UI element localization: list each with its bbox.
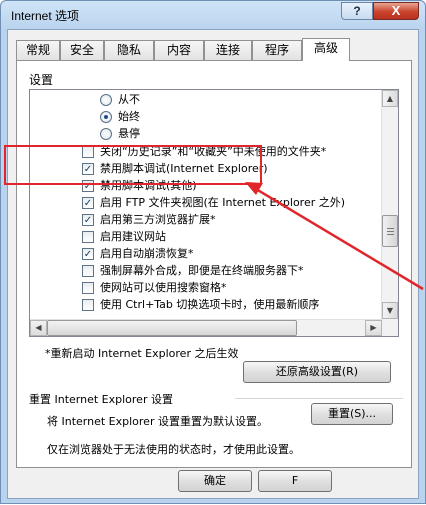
grip-line [387, 234, 394, 235]
tab-programs[interactable]: 程序 [252, 40, 302, 60]
tab-security[interactable]: 安全 [60, 40, 104, 60]
help-button[interactable]: ? [341, 2, 373, 20]
vertical-scrollbar[interactable]: ▲ ▼ [381, 90, 398, 336]
checkbox-disable-script-debug-other[interactable]: ✓ [82, 180, 94, 192]
radio-never[interactable] [100, 94, 112, 106]
horizontal-scroll-thumb[interactable] [47, 320, 297, 336]
close-icon: X [391, 3, 401, 18]
tab-advanced[interactable]: 高级 [302, 38, 350, 61]
close-button[interactable]: X [373, 2, 419, 20]
checkbox-force-offscreen-compositing[interactable] [82, 265, 94, 277]
tab-privacy[interactable]: 隐私 [104, 40, 154, 60]
checkbox-sites-use-search-pane[interactable] [82, 282, 94, 294]
checkbox-label: 使用 Ctrl+Tab 切换选项卡时，使用最新顺序 [100, 298, 320, 311]
tab-general[interactable]: 常规 [16, 40, 60, 60]
checkbox-label: 启用 FTP 文件夹视图(在 Internet Explorer 之外) [100, 196, 346, 209]
radio-label: 悬停 [118, 127, 140, 140]
settings-list[interactable]: 从不 始终 悬停 关闭“历史记录”和“收藏夹”中未使用的文件夹* ✓ 禁用脚本调… [29, 89, 399, 337]
cancel-button[interactable]: F [258, 470, 332, 492]
horizontal-scrollbar[interactable]: ◀ ▶ [30, 319, 382, 336]
checkbox-label: 强制屏幕外合成，即便是在终端服务器下* [100, 264, 304, 277]
reset-section-title: 重置 Internet Explorer 设置 [29, 393, 173, 406]
checkbox-enable-third-party-extensions[interactable]: ✓ [82, 214, 94, 226]
scroll-down-arrow-icon[interactable]: ▼ [382, 302, 398, 319]
section-divider [235, 398, 403, 399]
ok-button[interactable]: 确定 [178, 470, 252, 492]
scroll-up-arrow-icon[interactable]: ▲ [382, 90, 398, 107]
checkbox-ctrl-tab-recent-order[interactable] [82, 299, 94, 311]
radio-always[interactable] [100, 111, 112, 123]
tab-connections[interactable]: 连接 [204, 40, 252, 60]
radio-hover[interactable] [100, 128, 112, 140]
restart-note: *重新启动 Internet Explorer 之后生效 [45, 347, 239, 360]
dialog-body: 常规 安全 隐私 内容 连接 程序 高级 设置 从不 始终 悬停 关闭“历史记录… [7, 29, 419, 499]
checkbox-label: 启用第三方浏览器扩展* [100, 213, 216, 226]
restore-advanced-settings-button[interactable]: 还原高级设置(R) [243, 361, 391, 383]
vertical-scroll-thumb[interactable] [382, 215, 398, 247]
scroll-left-arrow-icon[interactable]: ◀ [30, 320, 47, 336]
checkbox-close-unused-folders[interactable] [82, 146, 94, 158]
settings-group-label: 设置 [29, 73, 54, 87]
reset-button[interactable]: 重置(S)... [311, 403, 393, 425]
checkbox-enable-ftp-view[interactable]: ✓ [82, 197, 94, 209]
checkbox-label: 关闭“历史记录”和“收藏夹”中未使用的文件夹* [100, 145, 327, 158]
tab-content[interactable]: 内容 [154, 40, 204, 60]
checkbox-label: 启用建议网站 [100, 230, 166, 243]
checkbox-label: 使网站可以使用搜索窗格* [100, 281, 227, 294]
checkbox-disable-script-debug-ie[interactable]: ✓ [82, 163, 94, 175]
title-bar[interactable]: Internet 选项 ? X [1, 1, 425, 29]
scroll-right-arrow-icon[interactable]: ▶ [365, 320, 382, 336]
checkbox-label: 禁用脚本调试(其他) [100, 179, 197, 192]
checkbox-enable-suggested-sites[interactable] [82, 231, 94, 243]
radio-label: 从不 [118, 93, 140, 106]
checkbox-label: 启用自动崩溃恢复* [100, 247, 194, 260]
internet-options-window: Internet 选项 ? X 常规 安全 隐私 内容 连接 程序 高级 设置 … [0, 0, 426, 504]
window-title: Internet 选项 [11, 9, 80, 23]
radio-label: 始终 [118, 110, 140, 123]
checkbox-label: 禁用脚本调试(Internet Explorer) [100, 162, 268, 175]
checkbox-enable-crash-recovery[interactable]: ✓ [82, 248, 94, 260]
grip-line [387, 228, 394, 229]
reset-description: 将 Internet Explorer 设置重置为默认设置。 [47, 415, 268, 428]
reset-warning: 仅在浏览器处于无法使用的状态时，才使用此设置。 [47, 443, 300, 456]
grip-line [387, 231, 394, 232]
advanced-tab-panel: 设置 从不 始终 悬停 关闭“历史记录”和“收藏夹”中未使用的文件夹* ✓ 禁用… [16, 60, 412, 468]
